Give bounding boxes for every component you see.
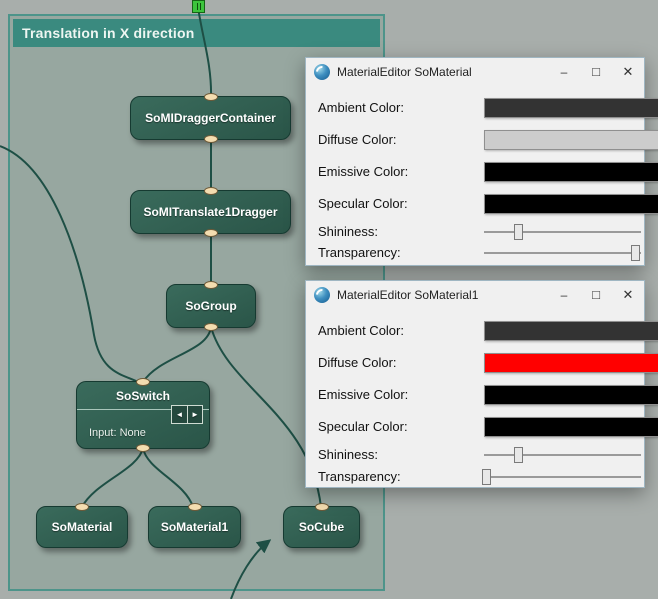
field-row: Specular Color: [318,417,639,437]
ambient-color-swatch[interactable] [484,98,658,118]
next-input-button[interactable]: ► [187,406,202,423]
diffuse-color-swatch[interactable] [484,130,658,150]
node-somaterial1[interactable]: SoMaterial1 [148,506,241,548]
input-port[interactable] [204,187,218,195]
slider-track[interactable] [484,454,641,456]
field-row: Emissive Color: [318,162,639,182]
field-label: Ambient Color: [318,323,404,338]
connection-edge[interactable] [82,448,143,507]
field-row: Transparency: [318,243,639,263]
minimize-button[interactable]: – [548,281,580,309]
field-label: Specular Color: [318,196,408,211]
output-port[interactable] [204,323,218,331]
slider-track[interactable] [484,231,641,233]
materialeditor-icon [314,287,330,303]
slider-track[interactable] [484,252,641,254]
slider-thumb[interactable] [482,469,491,485]
shininess-slider[interactable] [484,445,641,465]
ambient-color-swatch[interactable] [484,321,658,341]
field-label: Ambient Color: [318,100,404,115]
field-label: Diffuse Color: [318,132,397,147]
output-port[interactable] [204,135,218,143]
field-label: Specular Color: [318,419,408,434]
window-materialeditor-somaterial1: MaterialEditor SoMaterial1 – □ ✕ Ambient… [305,280,645,488]
connection-edge[interactable] [143,327,211,382]
field-row: Ambient Color: [318,98,639,118]
field-row: Shininess: [318,222,639,242]
specular-color-swatch[interactable] [484,417,658,437]
node-socube[interactable]: SoCube [283,506,360,548]
input-port[interactable] [204,281,218,289]
node-label: SoMIDraggerContainer [145,111,276,125]
window-title: MaterialEditor SoMaterial [337,58,472,86]
slider-thumb[interactable] [514,224,523,240]
field-row: Ambient Color: [318,321,639,341]
slider-thumb[interactable] [631,245,640,261]
transparency-slider[interactable] [484,243,641,263]
slider-thumb[interactable] [514,447,523,463]
field-row: Shininess: [318,445,639,465]
materialeditor-icon [314,64,330,80]
connection-edge-arrow[interactable] [231,541,269,599]
node-sogroup[interactable]: SoGroup [166,284,256,328]
transparency-slider[interactable] [484,467,641,487]
node-somidraggercontainer[interactable]: SoMIDraggerContainer [130,96,291,140]
field-label: Transparency: [318,469,401,484]
field-row: Diffuse Color: [318,130,639,150]
node-graph-canvas[interactable]: Translation in X direction SoMIDraggerCo… [0,0,658,599]
field-label: Diffuse Color: [318,355,397,370]
node-label: SoMITranslate1Dragger [143,205,277,219]
field-row: Diffuse Color: [318,353,639,373]
maximize-button[interactable]: □ [580,58,612,86]
emissive-color-swatch[interactable] [484,385,658,405]
node-somaterial[interactable]: SoMaterial [36,506,128,548]
connection-edge[interactable] [0,146,138,382]
node-label: SoCube [299,520,344,534]
specular-color-swatch[interactable] [484,194,658,214]
node-label: SoMaterial [52,520,113,534]
field-row: Transparency: [318,467,639,487]
shininess-slider[interactable] [484,222,641,242]
window-titlebar[interactable]: MaterialEditor SoMaterial – □ ✕ [306,58,644,86]
link-stub-icon[interactable] [192,0,205,13]
window-titlebar[interactable]: MaterialEditor SoMaterial1 – □ ✕ [306,281,644,309]
close-button[interactable]: ✕ [612,281,644,309]
window-title: MaterialEditor SoMaterial1 [337,281,478,309]
close-button[interactable]: ✕ [612,58,644,86]
field-label: Shininess: [318,224,378,239]
diffuse-color-swatch[interactable] [484,353,658,373]
slider-track[interactable] [484,476,641,478]
output-port[interactable] [136,444,150,452]
minimize-button[interactable]: – [548,58,580,86]
field-label: Emissive Color: [318,164,408,179]
output-port[interactable] [204,229,218,237]
connection-edge[interactable] [143,448,193,507]
switch-input-stepper: ◄ ► [171,405,203,424]
window-materialeditor-somaterial: MaterialEditor SoMaterial – □ ✕ Ambient … [305,57,645,266]
node-somitranslate1dragger[interactable]: SoMITranslate1Dragger [130,190,291,234]
emissive-color-swatch[interactable] [484,162,658,182]
prev-input-button[interactable]: ◄ [172,406,187,423]
input-port[interactable] [315,503,329,511]
field-row: Emissive Color: [318,385,639,405]
field-label: Transparency: [318,245,401,260]
field-row: Specular Color: [318,194,639,214]
connection-edge[interactable] [197,0,211,98]
input-port[interactable] [188,503,202,511]
node-label: SoGroup [185,299,236,313]
input-port[interactable] [204,93,218,101]
input-port[interactable] [136,378,150,386]
maximize-button[interactable]: □ [580,281,612,309]
node-soswitch[interactable]: SoSwitch ◄ ► Input: None [76,381,210,449]
switch-input-value: Input: None [89,427,146,439]
node-label: SoMaterial1 [161,520,228,534]
input-port[interactable] [75,503,89,511]
field-label: Emissive Color: [318,387,408,402]
field-label: Shininess: [318,447,378,462]
